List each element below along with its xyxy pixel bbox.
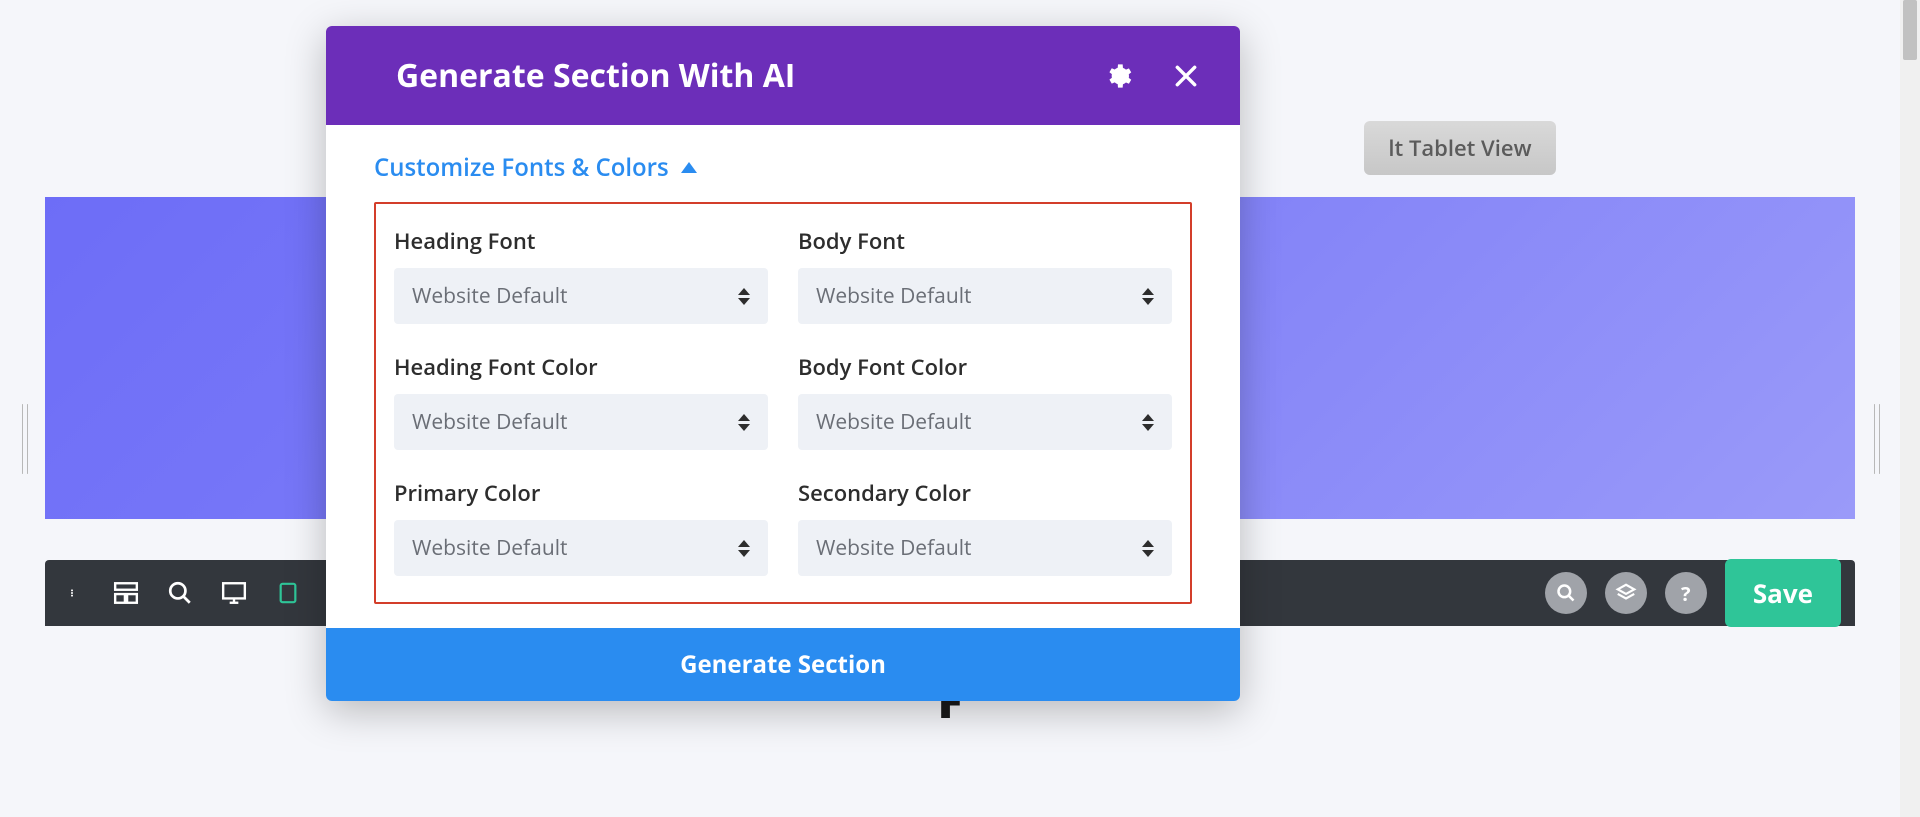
save-button[interactable]: Save	[1725, 559, 1841, 627]
body-font-value: Website Default	[816, 282, 972, 310]
primary-color-label: Primary Color	[394, 478, 768, 508]
updown-icon	[738, 540, 750, 557]
modal-body: Customize Fonts & Colors Heading Font We…	[326, 125, 1240, 628]
body-font-field: Body Font Website Default	[798, 226, 1172, 324]
page-scrollbar-thumb[interactable]	[1903, 0, 1917, 60]
secondary-color-value: Website Default	[816, 534, 972, 562]
modal-title: Generate Section With AI	[396, 54, 795, 97]
body-font-color-field: Body Font Color Website Default	[798, 352, 1172, 450]
desktop-icon[interactable]	[221, 580, 247, 606]
modal-header: Generate Section With AI	[326, 26, 1240, 125]
zoom-icon[interactable]	[167, 580, 193, 606]
primary-color-select[interactable]: Website Default	[394, 520, 768, 576]
heading-font-label: Heading Font	[394, 226, 768, 256]
body-font-label: Body Font	[798, 226, 1172, 256]
customize-fonts-colors-toggle[interactable]: Customize Fonts & Colors	[374, 151, 1192, 184]
updown-icon	[738, 288, 750, 305]
heading-font-field: Heading Font Website Default	[394, 226, 768, 324]
generate-section-button[interactable]: Generate Section	[326, 628, 1240, 701]
customize-label: Customize Fonts & Colors	[374, 151, 669, 184]
bottom-bar-right: ? Save	[1545, 559, 1841, 627]
modal-header-actions	[1104, 62, 1200, 90]
search-button[interactable]	[1545, 572, 1587, 614]
updown-icon	[738, 414, 750, 431]
resize-handle-left[interactable]	[22, 404, 28, 474]
secondary-color-label: Secondary Color	[798, 478, 1172, 508]
body-font-color-select[interactable]: Website Default	[798, 394, 1172, 450]
updown-icon	[1142, 414, 1154, 431]
heading-font-select[interactable]: Website Default	[394, 268, 768, 324]
heading-font-color-select[interactable]: Website Default	[394, 394, 768, 450]
heading-font-color-value: Website Default	[412, 408, 568, 436]
updown-icon	[1142, 540, 1154, 557]
bottom-bar-left	[59, 580, 301, 606]
layout-icon[interactable]	[113, 580, 139, 606]
heading-font-value: Website Default	[412, 282, 568, 310]
heading-font-color-field: Heading Font Color Website Default	[394, 352, 768, 450]
fonts-colors-box: Heading Font Website Default Body Font W…	[374, 202, 1192, 604]
generate-section-modal: Generate Section With AI Customize Fonts…	[326, 26, 1240, 701]
updown-icon	[1142, 288, 1154, 305]
primary-color-value: Website Default	[412, 534, 568, 562]
gear-icon[interactable]	[1104, 62, 1132, 90]
help-label: ?	[1681, 580, 1691, 607]
body-font-color-label: Body Font Color	[798, 352, 1172, 382]
page-scrollbar[interactable]	[1900, 0, 1920, 817]
close-icon[interactable]	[1172, 62, 1200, 90]
tablet-icon[interactable]	[275, 580, 301, 606]
heading-font-color-label: Heading Font Color	[394, 352, 768, 382]
caret-up-icon	[681, 162, 697, 173]
resize-handle-right[interactable]	[1874, 404, 1880, 474]
secondary-color-select[interactable]: Website Default	[798, 520, 1172, 576]
secondary-color-field: Secondary Color Website Default	[798, 478, 1172, 576]
body-font-select[interactable]: Website Default	[798, 268, 1172, 324]
layers-button[interactable]	[1605, 572, 1647, 614]
primary-color-field: Primary Color Website Default	[394, 478, 768, 576]
help-button[interactable]: ?	[1665, 572, 1707, 614]
tablet-view-button[interactable]: lt Tablet View	[1364, 121, 1555, 175]
more-icon[interactable]	[59, 580, 85, 606]
body-font-color-value: Website Default	[816, 408, 972, 436]
